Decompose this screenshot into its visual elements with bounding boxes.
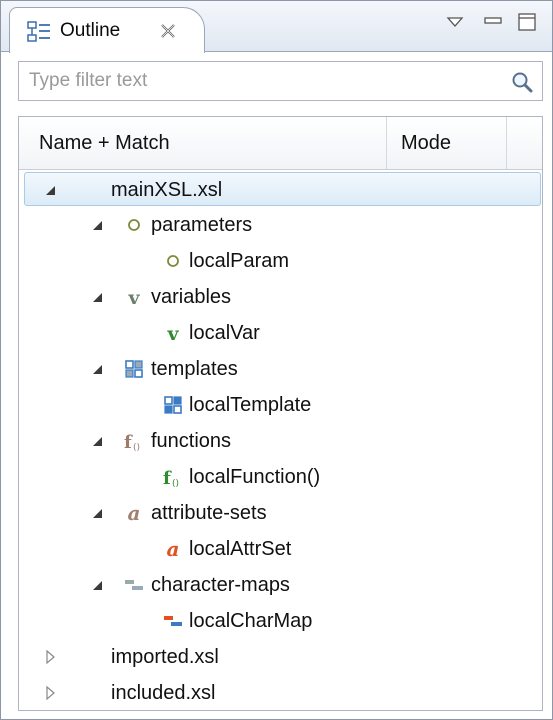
function-icon: f() [161,465,185,489]
tree-row[interactable]: imported.xsl [19,640,542,674]
view-title-bar: Outline [1,1,552,53]
character-map-icon [122,573,146,597]
attribute-set-icon: a [122,501,146,525]
filter-input[interactable] [19,62,499,100]
expanded-arrow-icon[interactable] [91,424,105,458]
variable-v-icon: v [161,321,185,345]
tab-label: Outline [60,20,121,41]
svg-text:f: f [124,432,133,453]
filter-field [18,61,543,101]
tree-row-label: localParam [189,250,290,272]
tab-outline[interactable]: Outline [9,7,205,53]
tree-row-label: attribute-sets [151,502,267,524]
tree-row[interactable]: localParam [19,244,542,278]
tree-row-label: imported.xsl [111,646,219,668]
svg-text:v: v [127,287,140,309]
close-x-icon[interactable] [159,21,177,41]
tree-row[interactable]: f() localFunction() [19,460,542,494]
collapsed-arrow-icon[interactable] [44,676,58,710]
tree-row[interactable]: included.xsl [19,676,542,710]
svg-text:(): () [133,443,140,453]
expanded-arrow-icon[interactable] [44,173,58,207]
svg-text:(): () [172,479,179,489]
tree-row[interactable]: templates [19,352,542,386]
tree-row-label: templates [151,358,238,380]
svg-text:a: a [167,537,180,561]
expanded-arrow-icon[interactable] [91,568,105,602]
expanded-arrow-icon[interactable] [91,208,105,242]
svg-text:v: v [166,323,179,345]
param-circle-icon [161,249,185,273]
column-header-name[interactable]: Name + Match [19,117,387,169]
view-menu-icon[interactable] [444,11,466,33]
collapsed-arrow-icon[interactable] [44,640,58,674]
tree-row-label: localFunction() [189,466,321,488]
attribute-set-icon: a [161,537,185,561]
tree-row[interactable]: localCharMap [19,604,542,638]
param-circle-icon [122,213,146,237]
tree-row-label: variables [151,286,232,308]
svg-text:f: f [163,468,172,489]
table-header: Name + Match Mode [19,117,542,170]
outline-table: Name + Match Mode mainXSL.xsl parameters l… [18,116,543,711]
column-header-mode[interactable]: Mode [387,117,507,169]
variable-v-icon: v [122,285,146,309]
tree-row[interactable]: a localAttrSet [19,532,542,566]
tree-row-label: functions [151,430,232,452]
tree-row-label: mainXSL.xsl [111,179,223,201]
minimize-icon[interactable] [482,11,504,33]
tree-row[interactable]: f() functions [19,424,542,458]
outline-icon [27,21,50,42]
outline-view: Outline Name + Match Mode ma [0,0,553,720]
expanded-arrow-icon[interactable] [91,352,105,386]
character-map-icon [161,609,185,633]
svg-text:a: a [128,501,141,525]
tree-row[interactable]: parameters [19,208,542,242]
tree-row[interactable]: localTemplate [19,388,542,422]
maximize-icon[interactable] [516,11,538,33]
column-header-filler [507,117,542,169]
tree-row-label: included.xsl [111,682,216,704]
template-icon [161,393,185,417]
tree-row[interactable]: character-maps [19,568,542,602]
tree-row-label: localAttrSet [189,538,292,560]
tree-row-label: localVar [189,322,260,344]
tree-row[interactable]: a attribute-sets [19,496,542,530]
tree-row-label: parameters [151,214,253,236]
tree-row[interactable]: mainXSL.xsl [24,172,541,206]
tree-row-label: localTemplate [189,394,312,416]
template-icon [122,357,146,381]
tree-row[interactable]: v localVar [19,316,542,350]
tree-row[interactable]: v variables [19,280,542,314]
expanded-arrow-icon[interactable] [91,496,105,530]
function-icon: f() [122,429,146,453]
expanded-arrow-icon[interactable] [91,280,105,314]
tree-row-label: localCharMap [189,610,313,632]
search-icon[interactable] [510,70,534,94]
tree-row-label: character-maps [151,574,290,596]
